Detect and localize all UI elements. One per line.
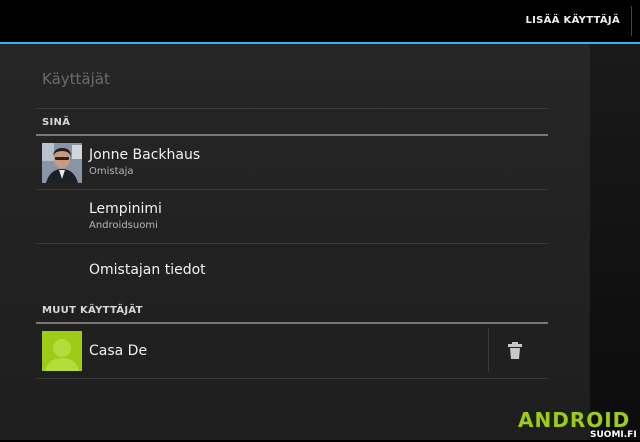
divider xyxy=(36,108,548,109)
svg-text:SUOMI.FI: SUOMI.FI xyxy=(590,430,636,438)
add-user-button[interactable]: LISÄÄ KÄYTTÄJÄ xyxy=(525,0,620,42)
nickname-value: Androidsuomi xyxy=(89,220,158,231)
androidsuomi-watermark-logo: ANDROID SUOMI.FI xyxy=(518,408,637,440)
section-header-others: MUUT KÄYTTÄJÄT xyxy=(42,305,143,316)
delete-separator xyxy=(488,328,489,372)
profile-name: Jonne Backhaus xyxy=(89,147,201,163)
divider xyxy=(36,378,548,379)
section-header-line xyxy=(36,322,548,324)
nickname-title: Lempinimi xyxy=(89,201,162,217)
delete-user-button[interactable] xyxy=(505,340,525,364)
profile-avatar xyxy=(42,143,82,183)
action-bar: LISÄÄ KÄYTTÄJÄ xyxy=(0,0,640,42)
section-header-line xyxy=(36,134,548,136)
right-gradient-area xyxy=(590,44,640,440)
trash-icon xyxy=(508,342,522,359)
divider xyxy=(36,243,548,244)
section-header-me: SINÄ xyxy=(42,117,71,128)
users-panel xyxy=(0,44,590,440)
action-bar-divider xyxy=(631,6,632,36)
user-name: Casa De xyxy=(89,343,148,359)
owner-info-item[interactable]: Omistajan tiedot xyxy=(89,262,206,278)
divider xyxy=(36,189,548,190)
page-title: Käyttäjät xyxy=(42,70,110,88)
svg-text:ANDROID: ANDROID xyxy=(518,408,630,432)
profile-role: Omistaja xyxy=(89,166,134,177)
user-silhouette-icon xyxy=(42,331,82,371)
